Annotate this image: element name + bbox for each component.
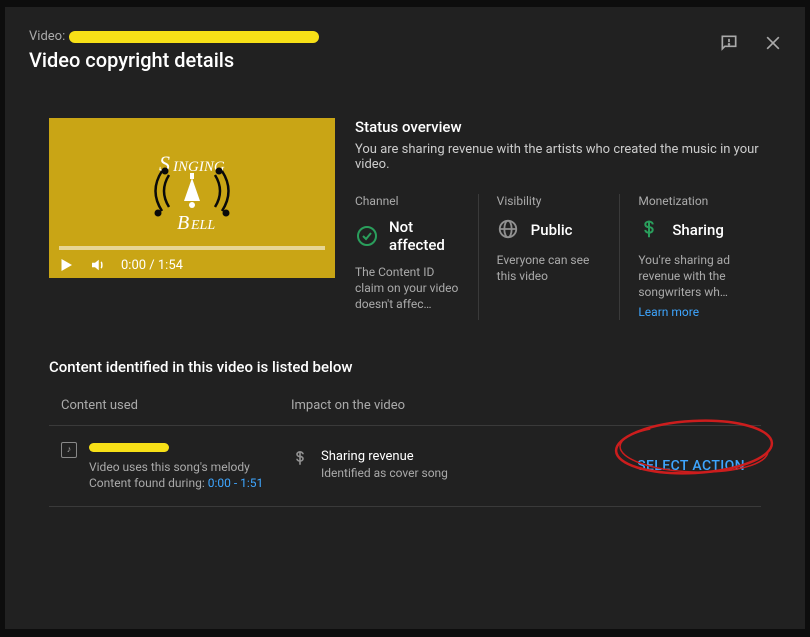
table-header: Content used Impact on the video bbox=[49, 394, 761, 425]
video-label-line: Video: bbox=[29, 29, 781, 44]
content-found-line: Content found during: 0:00 - 1:51 bbox=[89, 475, 263, 492]
dollar-icon bbox=[638, 218, 662, 242]
channel-value: Not affected bbox=[389, 218, 460, 254]
impact-cell: Sharing revenue Identified as cover song bbox=[291, 449, 633, 482]
impact-title: Sharing revenue bbox=[321, 449, 448, 464]
learn-more-link[interactable]: Learn more bbox=[638, 305, 699, 319]
svg-text:ELL: ELL bbox=[190, 218, 215, 233]
globe-icon bbox=[497, 218, 521, 242]
monetization-label: Monetization bbox=[638, 194, 743, 208]
overview-row: S INGING B ELL bbox=[49, 118, 761, 320]
status-monetization: Monetization Sharing You're sharing ad r… bbox=[619, 194, 761, 320]
found-range-link[interactable]: 0:00 - 1:51 bbox=[208, 476, 264, 490]
status-channel: Channel Not affected The Content ID clai… bbox=[355, 194, 478, 320]
thumbnail-art: S INGING B ELL bbox=[49, 118, 335, 278]
check-circle-icon bbox=[355, 224, 379, 248]
video-progress-bar[interactable] bbox=[59, 246, 325, 250]
video-time: 0:00 / 1:54 bbox=[121, 258, 183, 273]
dollar-icon bbox=[291, 449, 309, 467]
channel-label: Channel bbox=[355, 194, 460, 208]
visibility-label: Visibility bbox=[497, 194, 602, 208]
found-label: Content found during: bbox=[89, 476, 205, 490]
dialog-header: Video: Video copyright details bbox=[5, 7, 805, 90]
copyright-dialog: Video: Video copyright details S bbox=[5, 0, 805, 629]
select-action-button[interactable]: SELECT ACTION bbox=[633, 450, 749, 482]
volume-icon[interactable] bbox=[89, 256, 107, 274]
video-controls: 0:00 / 1:54 bbox=[57, 256, 183, 274]
video-thumbnail[interactable]: S INGING B ELL bbox=[49, 118, 335, 278]
content-section-heading: Content identified in this video is list… bbox=[49, 358, 761, 376]
status-summary: You are sharing revenue with the artists… bbox=[355, 142, 761, 172]
content-row: ♪ Video uses this song's melody Content … bbox=[49, 425, 761, 508]
play-icon[interactable] bbox=[57, 256, 75, 274]
status-columns: Channel Not affected The Content ID clai… bbox=[355, 194, 761, 320]
feedback-icon[interactable] bbox=[717, 31, 741, 55]
status-overview: Status overview You are sharing revenue … bbox=[355, 118, 761, 320]
dialog-content: S INGING B ELL bbox=[5, 90, 805, 507]
redacted-song-title bbox=[89, 443, 169, 452]
status-heading: Status overview bbox=[355, 118, 761, 136]
redacted-video-name bbox=[69, 31, 319, 43]
channel-desc: The Content ID claim on your video doesn… bbox=[355, 264, 460, 313]
visibility-desc: Everyone can see this video bbox=[497, 252, 602, 284]
music-note-icon: ♪ bbox=[61, 442, 77, 458]
th-impact: Impact on the video bbox=[291, 398, 749, 413]
impact-sub: Identified as cover song bbox=[321, 465, 448, 482]
th-content-used: Content used bbox=[61, 398, 291, 413]
visibility-value: Public bbox=[531, 221, 573, 239]
video-label: Video: bbox=[29, 29, 65, 44]
dialog-title: Video copyright details bbox=[29, 48, 781, 72]
melody-text: Video uses this song's melody bbox=[89, 459, 263, 476]
close-icon[interactable] bbox=[761, 31, 785, 55]
svg-text:B: B bbox=[177, 212, 189, 234]
content-used-cell: ♪ Video uses this song's melody Content … bbox=[61, 440, 291, 493]
status-visibility: Visibility Public Everyone can see this … bbox=[478, 194, 620, 320]
monetization-desc: You're sharing ad revenue with the songw… bbox=[638, 252, 743, 301]
monetization-value: Sharing bbox=[672, 221, 723, 239]
